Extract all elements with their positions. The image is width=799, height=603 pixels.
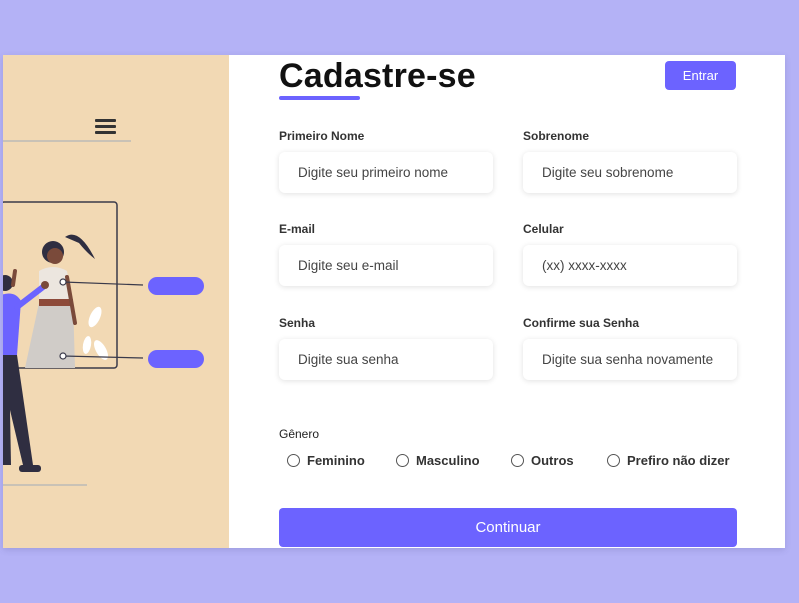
email-input[interactable] <box>279 245 493 286</box>
phone-group: Celular <box>523 222 737 286</box>
title-underline <box>279 96 360 100</box>
last-name-group: Sobrenome <box>523 129 737 193</box>
gender-options: Feminino Masculino Outros Prefiro não di… <box>287 453 747 471</box>
signup-card: Cadastre-se Entrar Primeiro Nome Sobreno… <box>3 55 785 548</box>
gender-option-masculino[interactable]: Masculino <box>396 453 480 468</box>
last-name-label: Sobrenome <box>523 129 590 143</box>
last-name-input[interactable] <box>523 152 737 193</box>
gender-option-label: Prefiro não dizer <box>627 453 730 468</box>
password-group: Senha <box>279 316 493 380</box>
first-name-input[interactable] <box>279 152 493 193</box>
illustration-panel <box>3 55 229 548</box>
gender-label: Gênero <box>279 427 320 441</box>
password-label: Senha <box>279 316 316 330</box>
first-name-label: Primeiro Nome <box>279 129 365 143</box>
gender-option-outros[interactable]: Outros <box>511 453 574 468</box>
gender-option-feminino[interactable]: Feminino <box>287 453 365 468</box>
first-name-group: Primeiro Nome <box>279 129 493 193</box>
signup-form: Cadastre-se Entrar Primeiro Nome Sobreno… <box>229 55 785 548</box>
password-input[interactable] <box>279 339 493 380</box>
gender-option-label: Masculino <box>416 453 480 468</box>
radio-button[interactable] <box>511 454 524 467</box>
confirm-password-label: Confirme sua Senha <box>523 316 640 330</box>
hamburger-menu-icon[interactable] <box>95 119 116 134</box>
phone-input[interactable] <box>523 245 737 286</box>
continue-button[interactable]: Continuar <box>279 508 737 547</box>
radio-button[interactable] <box>607 454 620 467</box>
radio-button[interactable] <box>396 454 409 467</box>
confirm-password-input[interactable] <box>523 339 737 380</box>
confirm-password-group: Confirme sua Senha <box>523 316 737 380</box>
email-label: E-mail <box>279 222 316 236</box>
login-button[interactable]: Entrar <box>665 61 736 90</box>
gender-option-prefiro-nao-dizer[interactable]: Prefiro não dizer <box>607 453 730 468</box>
gender-option-label: Outros <box>531 453 574 468</box>
email-group: E-mail <box>279 222 493 286</box>
signup-illustration <box>3 119 204 486</box>
radio-button[interactable] <box>287 454 300 467</box>
phone-label: Celular <box>523 222 564 236</box>
gender-option-label: Feminino <box>307 453 365 468</box>
page-title: Cadastre-se <box>279 57 476 95</box>
